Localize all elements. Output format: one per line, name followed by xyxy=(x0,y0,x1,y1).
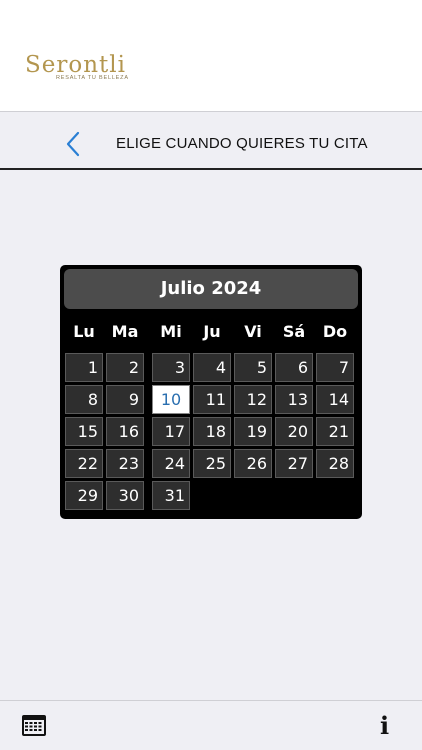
day-cell[interactable]: 15 xyxy=(65,417,103,446)
day-cell[interactable]: 5 xyxy=(234,353,272,382)
weekday-label: Do xyxy=(322,322,348,341)
day-cell[interactable]: 9 xyxy=(106,385,144,414)
day-cell[interactable]: 2 xyxy=(106,353,144,382)
brand-logo: Serontli RESALTA TU BELLEZA xyxy=(25,53,129,81)
day-cell[interactable]: 10 xyxy=(152,385,190,414)
day-cell[interactable]: 6 xyxy=(275,353,313,382)
day-cell[interactable]: 3 xyxy=(152,353,190,382)
bottom-toolbar xyxy=(0,700,422,750)
day-cell[interactable]: 30 xyxy=(106,481,144,510)
logo-tagline: RESALTA TU BELLEZA xyxy=(56,75,129,81)
weekday-label: Ma xyxy=(111,322,139,341)
logo-text: Serontli xyxy=(25,52,126,78)
day-cell[interactable]: 21 xyxy=(316,417,354,446)
app-header: Serontli RESALTA TU BELLEZA xyxy=(0,0,422,112)
day-cell[interactable]: 17 xyxy=(152,417,190,446)
day-cell[interactable]: 7 xyxy=(316,353,354,382)
weekday-label: Vi xyxy=(244,322,262,341)
day-cell[interactable]: 23 xyxy=(106,449,144,478)
day-cell[interactable]: 22 xyxy=(65,449,103,478)
day-cell[interactable]: 16 xyxy=(106,417,144,446)
day-cell[interactable]: 29 xyxy=(65,481,103,510)
day-cell[interactable]: 26 xyxy=(234,449,272,478)
day-cell[interactable]: 4 xyxy=(193,353,231,382)
day-cell[interactable]: 12 xyxy=(234,385,272,414)
day-cell[interactable]: 20 xyxy=(275,417,313,446)
day-cell[interactable]: 11 xyxy=(193,385,231,414)
day-cell[interactable]: 28 xyxy=(316,449,354,478)
weekday-label: Ju xyxy=(203,322,221,341)
weekday-label: Mi xyxy=(160,322,182,341)
month-header[interactable]: Julio 2024 xyxy=(64,269,358,309)
day-cell[interactable]: 1 xyxy=(65,353,103,382)
day-cell[interactable]: 25 xyxy=(193,449,231,478)
day-cell[interactable]: 31 xyxy=(152,481,190,510)
day-cell[interactable]: 18 xyxy=(193,417,231,446)
day-cell[interactable]: 24 xyxy=(152,449,190,478)
chevron-left-icon[interactable] xyxy=(62,130,84,158)
info-icon[interactable]: i xyxy=(380,711,394,740)
day-cell[interactable]: 8 xyxy=(65,385,103,414)
calendar-icon[interactable] xyxy=(21,713,47,737)
weekday-label: Sá xyxy=(282,322,306,341)
day-cell[interactable]: 13 xyxy=(275,385,313,414)
day-cell[interactable]: 19 xyxy=(234,417,272,446)
day-cell[interactable]: 27 xyxy=(275,449,313,478)
page-title: ELIGE CUANDO QUIERES TU CITA xyxy=(116,135,368,152)
weekday-label: Lu xyxy=(73,322,95,341)
day-cell[interactable]: 14 xyxy=(316,385,354,414)
